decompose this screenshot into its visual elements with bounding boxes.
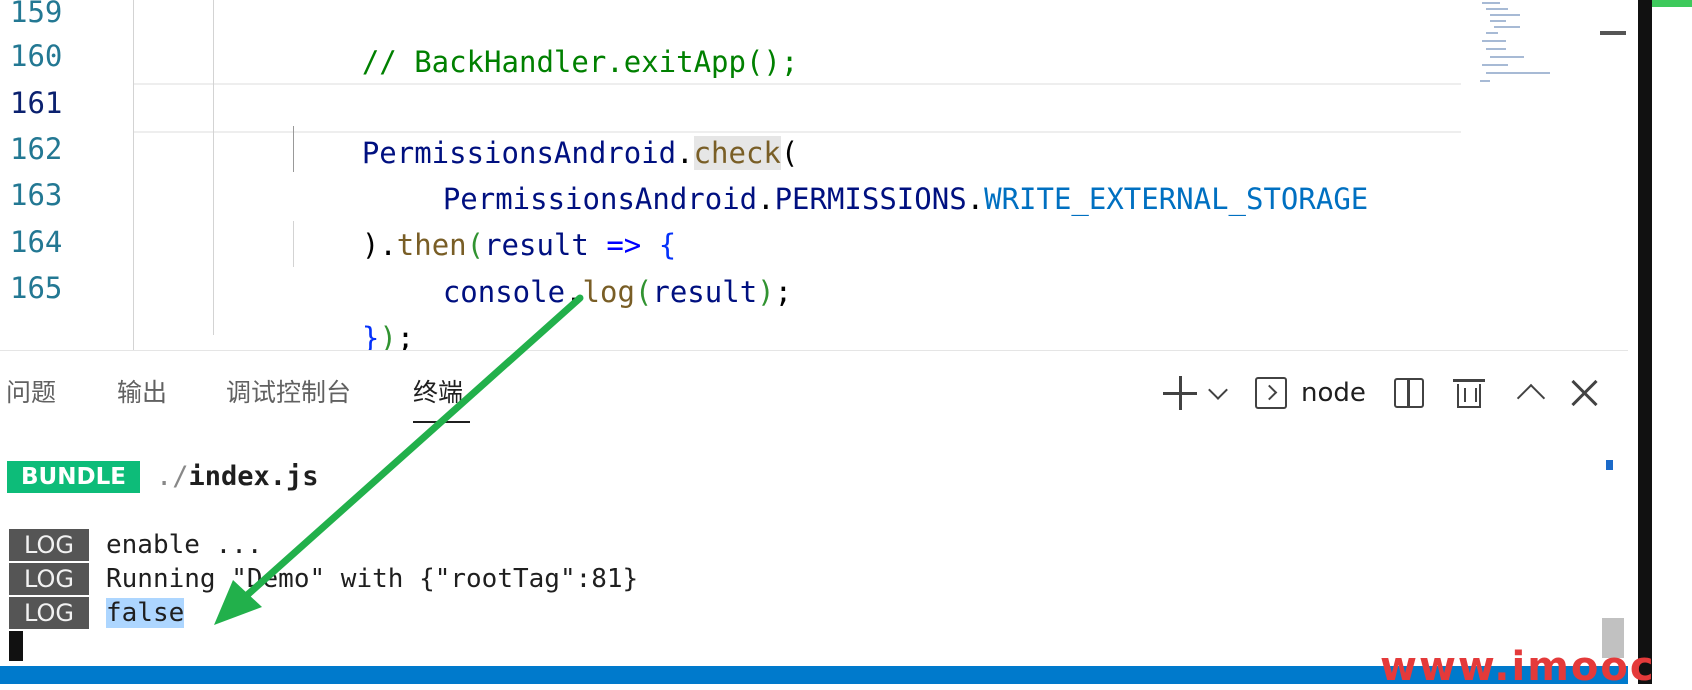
line-number-active: 161: [10, 86, 63, 120]
punctuation: .: [565, 275, 583, 309]
code-line-162[interactable]: PermissionsAndroid.PERMISSIONS.WRITE_EXT…: [373, 124, 1368, 216]
close-icon: [1571, 379, 1599, 407]
code-line-163[interactable]: ).then(result => {: [292, 170, 676, 262]
constant: WRITE_EXTERNAL_STORAGE: [984, 182, 1369, 216]
identifier: console: [442, 275, 566, 309]
chevron-up-icon: [1516, 383, 1546, 413]
editor-scroll-thumb[interactable]: [1600, 31, 1626, 35]
tab-terminal[interactable]: 终端: [413, 373, 463, 413]
punctuation: ;: [396, 321, 415, 350]
terminal-name: node: [1301, 378, 1366, 408]
editor-scrollbar[interactable]: [1596, 0, 1628, 350]
bundle-path-prefix: ./: [156, 461, 189, 492]
plus-icon: [1163, 376, 1197, 410]
screen-border: [1638, 0, 1652, 684]
bottom-panel: 问题 输出 调试控制台 终端 node BUNDLE ./index.js LO…: [0, 350, 1628, 671]
watermark-logo: www.imooc: [1380, 644, 1656, 690]
new-terminal-button[interactable]: [1161, 373, 1199, 413]
punctuation: ;: [774, 275, 793, 309]
line-number: 162: [10, 132, 63, 166]
log-line: enable ...: [106, 530, 263, 560]
property: PERMISSIONS: [774, 182, 967, 216]
punctuation: .: [757, 182, 775, 216]
bundle-badge: BUNDLE: [7, 461, 140, 493]
scroll-marker: [1606, 460, 1613, 470]
log-line: Running "Demo" with {"rootTag":81}: [106, 564, 639, 594]
punctuation: ): [757, 275, 775, 309]
code-editor[interactable]: 159 160 161 162 163 164 165 // BackHandl…: [0, 0, 1628, 350]
minimap[interactable]: [1472, 0, 1556, 90]
code-line-165[interactable]: });: [292, 263, 414, 350]
code-line-161[interactable]: PermissionsAndroid.check(: [292, 78, 798, 170]
punctuation: .: [966, 182, 985, 216]
split-icon: [1394, 378, 1424, 408]
brace: }: [361, 321, 380, 350]
comment: // BackHandler.exitApp();: [361, 45, 799, 79]
code-line-159[interactable]: // BackHandler.exitApp();: [292, 0, 799, 79]
maximize-panel-button[interactable]: [1514, 373, 1548, 413]
screen-edge: [1628, 0, 1692, 684]
line-number: 164: [10, 225, 63, 259]
terminal-selector[interactable]: node: [1255, 373, 1395, 413]
selected-text: false: [106, 598, 185, 628]
kill-terminal-button[interactable]: [1452, 373, 1486, 413]
punctuation: ): [379, 321, 397, 350]
bundle-path-file: index.js: [188, 461, 319, 492]
line-number: 163: [10, 178, 63, 212]
bundle-path: ./index.js: [156, 457, 319, 497]
terminal-cursor: [9, 631, 23, 661]
terminal-launch-profile-button[interactable]: [1206, 373, 1230, 413]
active-tab-indicator: [413, 421, 470, 423]
line-number: 160: [10, 39, 63, 73]
code-line-164[interactable]: console.log(result);: [373, 217, 792, 309]
indent-guide: [133, 0, 134, 350]
terminal-scrollbar[interactable]: [1596, 351, 1628, 671]
method-name: log: [582, 275, 635, 309]
status-indicator: [1652, 0, 1692, 7]
punctuation: (: [634, 275, 653, 309]
log-badge: LOG: [9, 529, 89, 561]
chevron-down-icon: [1208, 380, 1228, 400]
indent-guide: [213, 0, 214, 335]
log-line-selected: false: [106, 596, 185, 630]
log-badge: LOG: [9, 563, 89, 595]
trash-icon: [1453, 379, 1485, 409]
tab-problems[interactable]: 问题: [6, 373, 56, 413]
split-terminal-button[interactable]: [1392, 373, 1426, 413]
log-badge: LOG: [9, 597, 89, 629]
tab-debug-console[interactable]: 调试控制台: [226, 373, 351, 413]
terminal-icon: [1255, 377, 1287, 409]
line-number: 165: [10, 271, 63, 305]
tab-output[interactable]: 输出: [117, 373, 167, 413]
argument: result: [652, 275, 758, 309]
